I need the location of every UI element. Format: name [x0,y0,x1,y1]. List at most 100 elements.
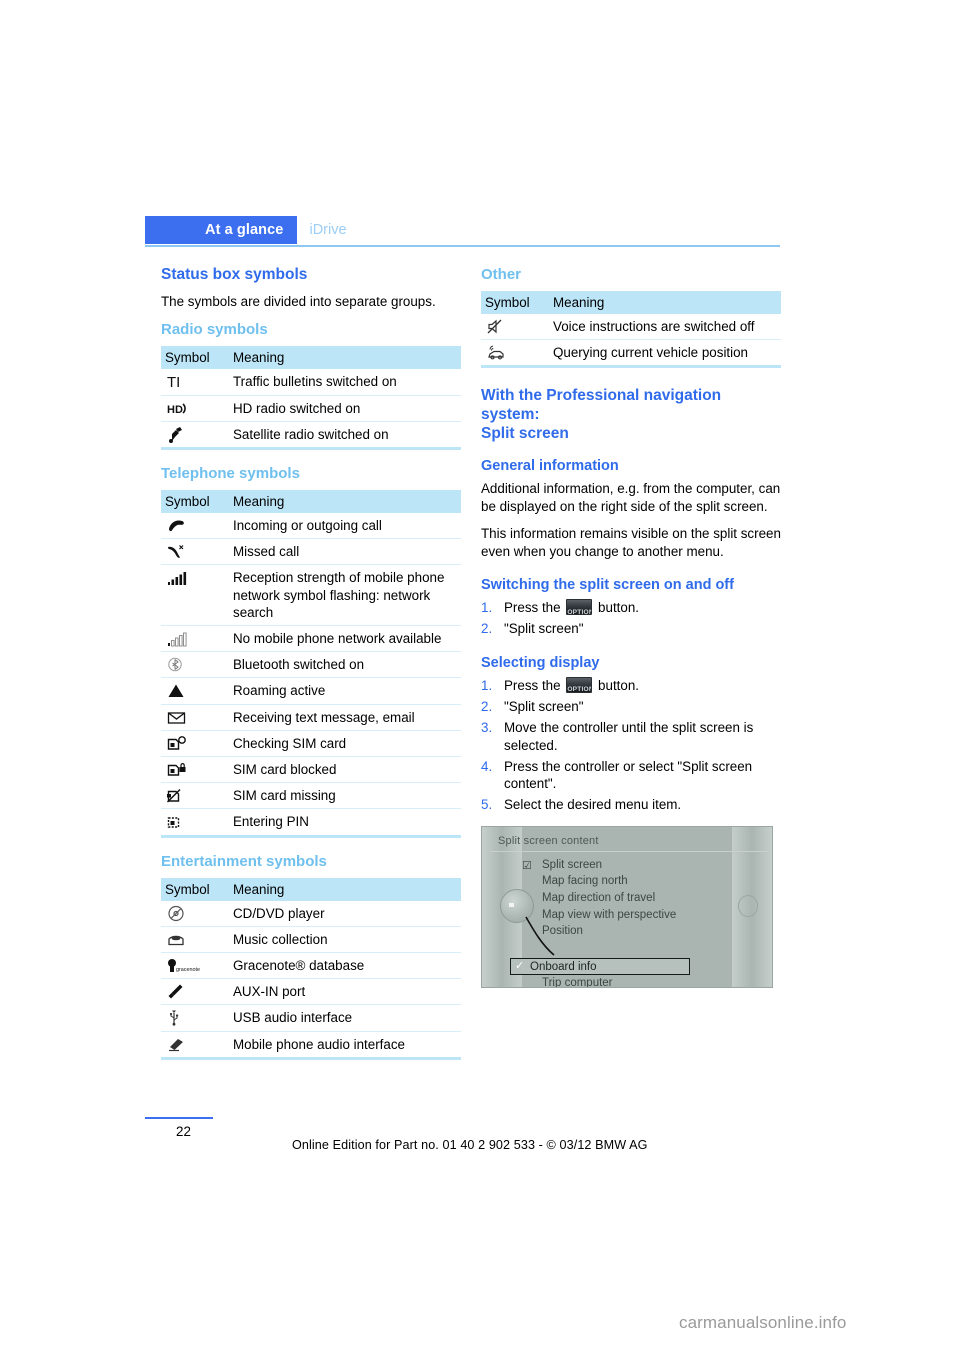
list-item: 2. "Split screen" [481,620,781,638]
step-number: 2. [481,698,493,714]
cell-meaning: Satellite radio switched on [229,421,461,451]
satellite-radio-icon [167,426,201,443]
column-header-symbol: Symbol [161,346,229,370]
option-button-icon[interactable]: OPTION [566,676,593,693]
svg-text:gracenote: gracenote [176,967,200,973]
edition-notice: Online Edition for Part no. 01 40 2 902 … [292,1138,648,1152]
table-row: No mobile phone network available [161,625,461,653]
table-row: gracenote Gracenote® database [161,952,461,980]
cell-symbol [161,677,229,705]
step-text: "Split screen" [504,621,584,637]
table-row: Checking SIM card [161,730,461,758]
cell-meaning: CD/DVD player [229,900,461,927]
bezel-ring-right [738,894,758,917]
table-row: CD/DVD player [161,900,461,927]
general-info-paragraph-2: This information remains visible on the … [481,526,781,559]
idrive-screen-figure: Split screen content ☑ Split screen Map … [481,825,773,988]
list-item: 5. Select the desired menu item. [481,796,781,814]
general-info-paragraph-1: Additional information, e.g. from the co… [481,481,781,514]
step-number: 4. [481,758,493,774]
left-column: Status box symbols The symbols are divid… [161,265,461,1074]
table-row: HD HD radio switched on [161,395,461,422]
sim-card-pin-icon [167,813,201,830]
list-item: 2. "Split screen" [481,698,781,716]
cell-meaning: Querying current vehicle position [549,339,781,369]
cell-meaning: Checking SIM card [229,730,461,758]
signal-bars-full-icon [167,569,201,586]
table-row: Entering PIN [161,808,461,838]
table-row: SIM card blocked [161,756,461,784]
table-row: Roaming active [161,677,461,705]
heading-radio-symbols: Radio symbols [161,321,268,339]
traffic-info-ti-icon: TI [167,373,201,390]
list-item[interactable]: ☑ Split screen [522,857,676,874]
step-number: 3. [481,719,493,735]
cell-symbol [161,704,229,731]
missed-call-icon [167,543,201,560]
column-header-symbol: Symbol [481,291,549,314]
table-row: AUX-IN port [161,978,461,1006]
cell-meaning: Receiving text message, email [229,704,461,731]
table-row: Voice instructions are switched off [481,314,781,341]
cell-symbol [161,978,229,1006]
step-number: 2. [481,621,493,637]
column-header-symbol: Symbol [161,490,229,514]
svg-text:HD: HD [167,404,183,416]
header-divider [145,245,780,247]
table-row: TI Traffic bulletins switched on [161,369,461,396]
list-item: 1. Press the OPTION button. [481,676,781,695]
table-entertainment-symbols: Symbol Meaning CD/DVD player Music colle… [161,877,461,1060]
aux-in-plug-icon [167,983,201,1000]
menu-item-label: Map facing north [542,875,628,888]
cell-symbol [161,926,229,954]
table-row: Querying current vehicle position [481,339,781,369]
table-telephone-symbols: Symbol Meaning Incoming or outgoing call [161,490,461,838]
step-text: Move the controller until the split scre… [504,719,754,753]
signal-bars-empty-icon [167,630,201,647]
cell-symbol [481,314,549,341]
footer-divider [145,1117,213,1119]
bluetooth-icon [167,656,201,673]
column-header-meaning: Meaning [229,490,461,514]
breadcrumb-tabs: At a glance iDrive [145,216,359,244]
cell-meaning: Entering PIN [229,808,461,838]
column-header-meaning: Meaning [549,291,781,314]
cell-symbol [161,1031,229,1060]
cell-symbol: HD [161,395,229,422]
cell-meaning: Bluetooth switched on [229,651,461,679]
column-header-meaning: Meaning [229,877,461,901]
cell-meaning: SIM card missing [229,782,461,810]
steps-switching-split-screen: 1. Press the OPTION button. 2. "Split sc… [481,599,781,638]
heading-general-information: General information [481,458,619,475]
page-number: 22 [176,1124,191,1139]
checkmark-icon: ✓ [515,959,525,972]
table-header-row: Symbol Meaning [481,291,781,314]
menu-item-trip-computer[interactable]: Trip computer [542,977,613,987]
list-item[interactable]: Map facing north [522,873,676,890]
step-text-before: Press the [504,677,561,693]
step-text: Press the controller or select "Split sc… [504,758,753,792]
cell-symbol [161,421,229,451]
table-radio-symbols: Symbol Meaning TI Traffic bulletins swit… [161,346,461,451]
column-header-symbol: Symbol [161,877,229,901]
cell-meaning: Incoming or outgoing call [229,513,461,540]
cell-meaning: No mobile phone network available [229,625,461,653]
cell-meaning: Voice instructions are switched off [549,314,781,341]
table-row: Bluetooth switched on [161,651,461,679]
tab-idrive[interactable]: iDrive [297,216,358,244]
tab-at-a-glance[interactable]: At a glance [145,216,298,244]
cell-symbol [161,730,229,758]
cell-meaning: Gracenote® database [229,952,461,980]
sim-card-missing-icon [167,787,201,804]
list-item[interactable]: Map direction of travel [522,890,676,907]
table-header-row: Symbol Meaning [161,346,461,370]
table-header-row: Symbol Meaning [161,877,461,901]
option-button-label: OPTION [567,686,593,693]
step-text-after: button. [598,677,639,693]
cell-symbol [161,808,229,838]
option-button-icon[interactable]: OPTION [566,599,593,616]
cell-meaning: Music collection [229,926,461,954]
cell-meaning: Missed call [229,538,461,566]
section-title-split-screen: With the Professional navigation system:… [481,387,722,443]
sim-card-checking-icon [167,735,201,752]
